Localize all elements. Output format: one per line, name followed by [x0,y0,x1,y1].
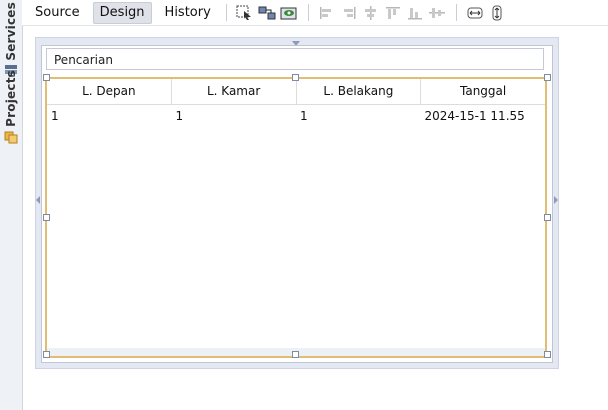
selection-handle[interactable] [43,214,50,221]
selection-handle[interactable] [544,214,551,221]
column-header-tanggal[interactable]: Tanggal [421,79,545,104]
selection-handle[interactable] [292,351,299,358]
resize-horizontal-icon[interactable] [466,5,484,21]
connection-mode-icon[interactable] [258,5,276,21]
selection-handle[interactable] [544,351,551,358]
table-cell[interactable]: 1 [47,105,172,127]
align-left-icon[interactable] [318,5,336,21]
table-header: L. Depan L. Kamar L. Belakang Tanggal [47,79,545,105]
editor-toolbar: Source Design History [22,0,608,26]
table-cell[interactable]: 2024-15-1 11.55 [421,105,546,127]
column-header-l-depan[interactable]: L. Depan [47,79,172,104]
data-table[interactable]: L. Depan L. Kamar L. Belakang Tanggal 1 … [45,77,547,358]
design-tab[interactable]: Design [92,1,152,24]
center-horizontal-icon[interactable] [362,5,380,21]
resize-arrow-left-icon[interactable] [36,196,40,204]
projects-icon [4,131,18,144]
preview-design-icon[interactable] [280,5,298,21]
history-tab[interactable]: History [158,2,218,24]
table-cell[interactable]: 1 [172,105,297,127]
column-header-l-kamar[interactable]: L. Kamar [172,79,297,104]
services-tab-label: Services [4,2,18,61]
center-vertical-icon[interactable] [428,5,446,21]
align-top-icon[interactable] [384,5,402,21]
toolbar-separator [307,4,309,21]
side-panel: Services Projects [0,0,23,410]
design-canvas[interactable]: Pencarian L. Depan L. Kamar L. Belakang … [35,37,559,369]
selection-mode-icon[interactable] [236,5,254,21]
selection-handle[interactable] [43,74,50,81]
align-right-icon[interactable] [340,5,358,21]
services-tab[interactable]: Services [0,2,22,78]
resize-vertical-icon[interactable] [488,5,506,21]
table-cell[interactable]: 1 [296,105,421,127]
projects-tab[interactable]: Projects [0,70,22,144]
search-label[interactable]: Pencarian [46,48,544,70]
form-panel[interactable]: Pencarian L. Depan L. Kamar L. Belakang … [41,45,553,363]
selection-handle[interactable] [43,351,50,358]
align-bottom-icon[interactable] [406,5,424,21]
toolbar-separator [225,4,227,21]
selection-handle[interactable] [544,74,551,81]
selection-handle[interactable] [292,74,299,81]
toolbar-separator [455,4,457,21]
resize-arrow-right-icon[interactable] [554,196,558,204]
source-tab[interactable]: Source [28,2,87,24]
column-header-l-belakang[interactable]: L. Belakang [297,79,422,104]
projects-tab-label: Projects [4,70,18,127]
table-row[interactable]: 1 1 1 2024-15-1 11.55 [47,105,545,127]
